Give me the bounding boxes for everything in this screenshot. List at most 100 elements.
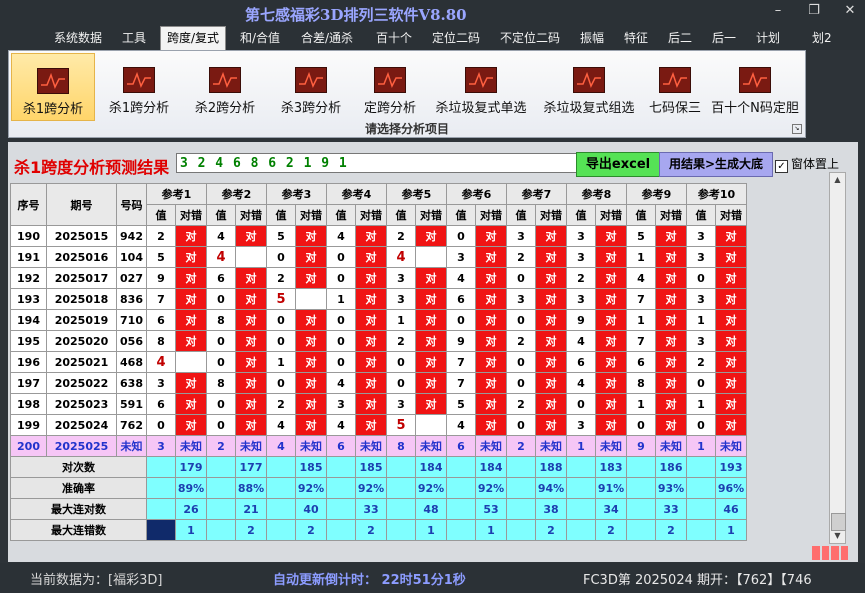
value-cell: 7 <box>626 330 656 352</box>
generate-base-button[interactable]: 用结果>生成大底 <box>659 152 773 177</box>
menu-item-diff-kill[interactable]: 合差/通杀 <box>301 29 353 46</box>
window-controls: – ❐ ✕ <box>771 3 857 18</box>
result-cell-hit: 对 <box>475 267 507 289</box>
value-cell: 7 <box>446 372 476 394</box>
result-cell-hit: 对 <box>415 372 447 394</box>
menu-item-span-compound[interactable]: 跨度/复式 <box>160 26 227 50</box>
current-period-row[interactable]: 200 2025025 未知 3 未知 2 未知 4 未知 6 未知 8 未知 6 未知 2 未知 1 未知 9 未知 1… <box>10 435 747 457</box>
menu-item-last-two[interactable]: 后二 <box>668 29 692 46</box>
value-cell: 9 <box>566 309 596 331</box>
analysis-table: 序号 期号 号码 参考1 参考2 参考3 参考4 参考5 参考6 参考7 参考8 参考9 参考10 值对错… <box>10 183 747 541</box>
value-cell: 0 <box>506 351 536 373</box>
stats-value: 2 <box>235 519 267 541</box>
result-cell-hit: 对 <box>655 267 687 289</box>
menu-item-position-two[interactable]: 定位二码 <box>432 29 480 46</box>
subheader-value: 值 <box>326 204 356 226</box>
value-cell: 9 <box>626 435 656 457</box>
subheader-result: 对错 <box>715 204 747 226</box>
table-row[interactable]: 199 2025024 762 0 对 0 对 4 对 4 对 5 4 对 0 对 3 对 0 对 0 对 <box>10 414 747 436</box>
result-cell-hit: 对 <box>535 246 567 268</box>
kill3-span-button[interactable]: 杀3跨分析 <box>271 53 351 119</box>
topmost-label: 窗体置上 <box>791 157 840 171</box>
menu-item-system-data[interactable]: 系统数据 <box>54 29 102 46</box>
menu-item-plan[interactable]: 计划 <box>756 29 780 46</box>
result-cell-hit: 对 <box>655 351 687 373</box>
table-row[interactable]: 190 2025015 942 2 对 4 对 5 对 4 对 2 对 0 对 3 对 3 对 5 对 3 对 <box>10 225 747 247</box>
result-cell-hit: 对 <box>475 288 507 310</box>
minimize-icon[interactable]: – <box>771 3 785 18</box>
result-cell-hit: 对 <box>415 225 447 247</box>
result-cell-hit: 对 <box>715 288 747 310</box>
header-ref: 参考4 <box>326 183 387 205</box>
result-cell-hit: 对 <box>355 351 387 373</box>
menu-item-hundreds-tens-ones[interactable]: 百十个 <box>376 29 412 46</box>
stats-value: 188 <box>535 456 567 478</box>
table-row[interactable]: 197 2025022 638 3 对 8 对 0 对 4 对 0 对 7 对 0 对 4 对 8 对 0 对 <box>10 372 747 394</box>
result-cell-hit: 对 <box>235 372 267 394</box>
table-row[interactable]: 194 2025019 710 6 对 8 对 0 对 0 对 1 对 0 对 0 对 9 对 1 对 1 对 <box>10 309 747 331</box>
row-period: 2025022 <box>46 372 117 394</box>
topmost-checkbox[interactable]: ✓ 窗体置上 <box>775 155 839 173</box>
seven-code-button[interactable]: 七码保三 <box>643 53 707 119</box>
menu-item-sum[interactable]: 和/合值 <box>240 29 280 46</box>
result-cell-hit: 对 <box>295 225 327 247</box>
menu-item-tools[interactable]: 工具 <box>122 29 146 46</box>
checkbox-check-icon[interactable]: ✓ <box>775 160 788 173</box>
scroll-up-icon[interactable]: ▲ <box>830 173 845 187</box>
result-cell-hit: 对 <box>355 225 387 247</box>
menu-item-plan2[interactable]: 划2 <box>812 29 832 46</box>
row-number: 591 <box>116 393 147 415</box>
dialog-launcher-icon[interactable]: ↘ <box>792 124 802 134</box>
table-row[interactable]: 198 2025023 591 6 对 0 对 2 对 3 对 3 对 5 对 2 对 0 对 1 对 1 对 <box>10 393 747 415</box>
menu-item-feature[interactable]: 特征 <box>624 29 648 46</box>
stats-value: 91% <box>595 477 627 499</box>
table-row[interactable]: 192 2025017 027 9 对 6 对 2 对 0 对 3 对 4 对 0 对 2 对 4 对 0 对 <box>10 267 747 289</box>
scroll-down-icon[interactable]: ▼ <box>830 529 845 543</box>
table-row[interactable]: 195 2025020 056 8 对 0 对 0 对 0 对 2 对 9 对 2 对 4 对 7 对 3 对 <box>10 330 747 352</box>
stats-value: 48 <box>415 498 447 520</box>
value-cell: 1 <box>686 393 716 415</box>
result-cell-hit: 对 <box>355 414 387 436</box>
restore-icon[interactable]: ❐ <box>807 3 821 18</box>
menu-item-nonposition-two[interactable]: 不定位二码 <box>500 29 560 46</box>
value-cell: 4 <box>446 267 476 289</box>
kill2-span-button[interactable]: 杀2跨分析 <box>185 53 265 119</box>
stats-filler <box>266 519 296 541</box>
value-cell: 4 <box>566 372 596 394</box>
stats-value: 177 <box>235 456 267 478</box>
table-row[interactable]: 193 2025018 836 7 对 0 对 5 1 对 3 对 6 对 3 对 3 对 7 对 3 对 <box>10 288 747 310</box>
header-ref: 参考8 <box>566 183 627 205</box>
kill1-span-button[interactable]: 杀1跨分析 <box>99 53 179 119</box>
menu-item-amplitude[interactable]: 振幅 <box>580 29 604 46</box>
result-cell-hit: 对 <box>175 309 207 331</box>
subheader-result: 对错 <box>535 204 567 226</box>
result-unknown: 未知 <box>655 435 687 457</box>
result-cell-hit: 对 <box>655 393 687 415</box>
data-source-status: 当前数据为：[福彩3D] <box>30 573 163 588</box>
export-excel-button[interactable]: 导出excel <box>576 152 660 177</box>
vertical-scrollbar[interactable]: ▲ ▼ <box>829 172 846 544</box>
ribbon: 杀1跨分析 杀1跨分析 杀2跨分析 杀3跨分析 定跨分析 杀垃圾复式单选 杀垃圾… <box>8 50 806 138</box>
kill-junk-group-button[interactable]: 杀垃圾复式组选 <box>537 53 641 119</box>
n-code-dan-button[interactable]: 百十个N码定胆 <box>709 53 801 119</box>
row-number: 468 <box>116 351 147 373</box>
stats-value: 34 <box>595 498 627 520</box>
table-row[interactable]: 191 2025016 104 5 对 4 0 对 0 对 4 3 对 2 对 3 对 1 对 3 对 <box>10 246 747 268</box>
value-cell: 0 <box>206 288 236 310</box>
stats-filler <box>206 519 236 541</box>
stats-filler <box>146 498 176 520</box>
result-field[interactable]: 3 2 4 6 8 6 2 1 9 1 <box>176 153 582 173</box>
result-unknown: 未知 <box>475 435 507 457</box>
kill-junk-single-button[interactable]: 杀垃圾复式单选 <box>429 53 533 119</box>
row-seq: 200 <box>10 435 47 457</box>
header-ref: 参考10 <box>686 183 747 205</box>
subheader-result: 对错 <box>175 204 207 226</box>
row-period: 2025020 <box>46 330 117 352</box>
fixed-span-button[interactable]: 定跨分析 <box>357 53 423 119</box>
menu-item-last-one[interactable]: 后一 <box>712 29 736 46</box>
stats-value: 26 <box>175 498 207 520</box>
chart-icon <box>295 67 327 93</box>
kill1-span-button-active[interactable]: 杀1跨分析 <box>11 53 95 121</box>
table-row[interactable]: 196 2025021 468 4 0 对 1 对 0 对 0 对 7 对 0 对 6 对 6 对 2 对 <box>10 351 747 373</box>
close-icon[interactable]: ✕ <box>843 3 857 18</box>
